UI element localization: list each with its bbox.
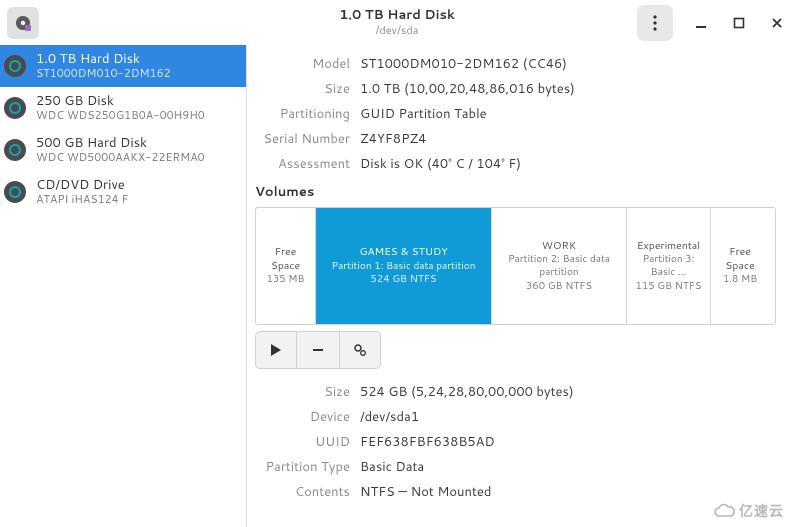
maximize-icon bbox=[733, 17, 745, 29]
value-uuid: FEF638FBF638B5AD bbox=[360, 433, 495, 451]
close-button[interactable] bbox=[767, 13, 787, 33]
minimize-button[interactable] bbox=[691, 13, 711, 33]
volumes-heading: Volumes bbox=[255, 183, 776, 201]
value-ptype: Basic Data bbox=[360, 458, 424, 476]
vol-desc: Partition 1: Basic data partition bbox=[332, 260, 476, 274]
watermark: 亿速云 bbox=[713, 501, 784, 521]
window-title: 1.0 TB Hard Disk /dev/sda bbox=[339, 8, 455, 37]
vol-size: 524 GB NTFS bbox=[371, 273, 437, 287]
mount-button[interactable] bbox=[255, 331, 297, 369]
disk-subtitle: ATAPI iHAS124 F bbox=[36, 193, 128, 207]
value-partitioning: GUID Partition Table bbox=[360, 105, 487, 123]
disk-subtitle: WDC WD5000AAKX-22ERMA0 bbox=[36, 151, 205, 165]
disk-subtitle: ST1000DM010-2DM162 bbox=[36, 67, 171, 81]
volume-bar: Free Space135 MBGAMES & STUDYPartition 1… bbox=[255, 207, 776, 325]
play-icon bbox=[270, 343, 282, 357]
volume-segment-2[interactable]: WORKPartition 2: Basic data partition360… bbox=[492, 208, 627, 324]
titlebar: 1.0 TB Hard Disk /dev/sda bbox=[0, 0, 794, 45]
vol-size: 115 GB NTFS bbox=[636, 280, 702, 294]
label-ptype: Partition Type bbox=[255, 458, 350, 476]
hard-disk-icon bbox=[4, 139, 26, 161]
vol-name: GAMES & STUDY bbox=[359, 245, 447, 259]
volume-segment-1[interactable]: GAMES & STUDYPartition 1: Basic data par… bbox=[316, 208, 492, 324]
disk-detail-pane: Model ST1000DM010-2DM162 (CC46) Size 1.0 T… bbox=[247, 45, 794, 527]
cloud-icon bbox=[713, 503, 735, 519]
delete-partition-button[interactable] bbox=[297, 331, 339, 369]
label-device: Device bbox=[255, 408, 350, 426]
vol-name: Experimental bbox=[637, 239, 700, 253]
minimize-icon bbox=[695, 17, 707, 29]
label-psize: Size bbox=[255, 383, 350, 401]
value-assessment: Disk is OK (40° C / 104° F) bbox=[360, 155, 521, 173]
sidebar-item-disk-3[interactable]: CD/DVD Drive ATAPI iHAS124 F bbox=[0, 171, 246, 213]
label-partitioning: Partitioning bbox=[255, 105, 350, 123]
value-psize: 524 GB (5,24,28,80,00,000 bytes) bbox=[360, 383, 574, 401]
app-menu-button[interactable] bbox=[7, 7, 39, 39]
hard-disk-icon bbox=[4, 55, 26, 77]
disk-app-icon bbox=[14, 14, 32, 32]
sidebar-item-disk-2[interactable]: 500 GB Hard Disk WDC WD5000AAKX-22ERMA0 bbox=[0, 129, 246, 171]
vol-name: WORK bbox=[542, 239, 576, 253]
value-model: ST1000DM010-2DM162 (CC46) bbox=[360, 55, 567, 73]
title-sub: /dev/sda bbox=[339, 24, 455, 37]
sidebar-item-disk-1[interactable]: 250 GB Disk WDC WDS250G1B0A-00H9H0 bbox=[0, 87, 246, 129]
minus-icon bbox=[311, 343, 325, 357]
sidebar-item-disk-0[interactable]: 1.0 TB Hard Disk ST1000DM010-2DM162 bbox=[0, 45, 246, 87]
volume-toolbar bbox=[255, 331, 776, 369]
drive-options-button[interactable] bbox=[637, 5, 673, 41]
vol-size: 1.8 MB bbox=[723, 273, 757, 287]
label-assessment: Assessment bbox=[255, 155, 350, 173]
value-serial: Z4YF8PZ4 bbox=[360, 130, 426, 148]
gears-icon bbox=[352, 342, 368, 358]
close-icon bbox=[771, 17, 783, 29]
volume-segment-0[interactable]: Free Space135 MB bbox=[256, 208, 316, 324]
kebab-icon bbox=[653, 15, 657, 31]
vol-name: Free Space bbox=[715, 245, 765, 273]
label-serial: Serial Number bbox=[255, 130, 350, 148]
vol-size: 135 MB bbox=[267, 273, 305, 287]
vol-desc: Partition 3: Basic ... bbox=[631, 253, 706, 280]
disk-subtitle: WDC WDS250G1B0A-00H9H0 bbox=[36, 109, 205, 123]
label-contents: Contents bbox=[255, 483, 350, 501]
partition-options-button[interactable] bbox=[339, 331, 381, 369]
value-device: /dev/sda1 bbox=[360, 408, 419, 426]
volume-segment-3[interactable]: ExperimentalPartition 3: Basic ...115 GB… bbox=[627, 208, 711, 324]
value-size: 1.0 TB (10,00,20,48,86,016 bytes) bbox=[360, 80, 575, 98]
vol-desc: Partition 2: Basic data partition bbox=[496, 253, 622, 280]
maximize-button[interactable] bbox=[729, 13, 749, 33]
disk-sidebar: 1.0 TB Hard Disk ST1000DM010-2DM162 250 … bbox=[0, 45, 247, 527]
label-uuid: UUID bbox=[255, 433, 350, 451]
vol-name: Free Space bbox=[260, 245, 311, 273]
hard-disk-icon bbox=[4, 97, 26, 119]
optical-disk-icon bbox=[4, 181, 26, 203]
label-model: Model bbox=[255, 55, 350, 73]
volume-segment-4[interactable]: Free Space1.8 MB bbox=[711, 208, 769, 324]
value-contents: NTFS — Not Mounted bbox=[360, 483, 491, 501]
label-size: Size bbox=[255, 80, 350, 98]
vol-size: 360 GB NTFS bbox=[526, 280, 592, 294]
